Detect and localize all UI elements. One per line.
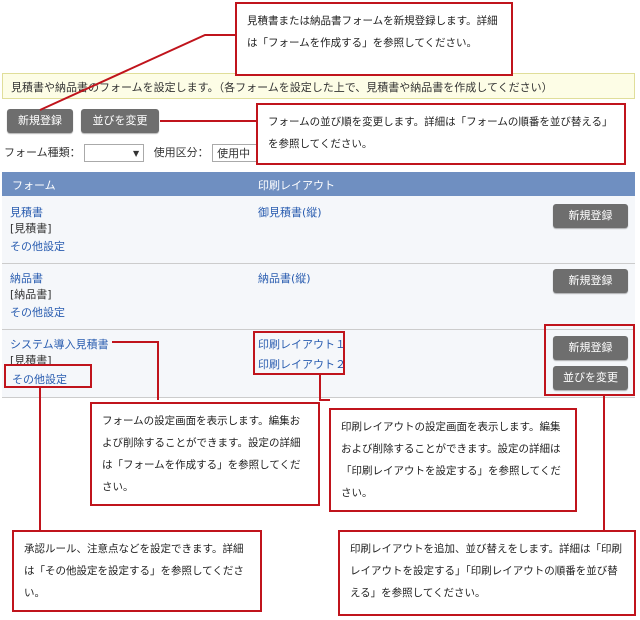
callout-other-settings: 承認ルール、注意点などを設定できます。詳細は「その他設定を設定する」を参照してく… [12, 530, 262, 612]
callout-new-form: 見積書または納品書フォームを新規登録します。詳細は「フォームを作成する」を参照し… [235, 2, 513, 76]
callout-layout-settings: 印刷レイアウトの設定画面を表示します。編集および削除することができます。設定の詳… [329, 408, 577, 512]
connector-lines [39, 34, 605, 530]
callout-layout-add: 印刷レイアウトを追加、並び替えをします。詳細は「印刷レイアウトを設定する」「印刷… [338, 530, 636, 616]
callout-reorder: フォームの並び順を変更します。詳細は「フォームの順番を並び替える」を参照してくだ… [256, 103, 626, 165]
callout-form-settings: フォームの設定画面を表示します。編集および削除することができます。設定の詳細は「… [90, 402, 320, 506]
